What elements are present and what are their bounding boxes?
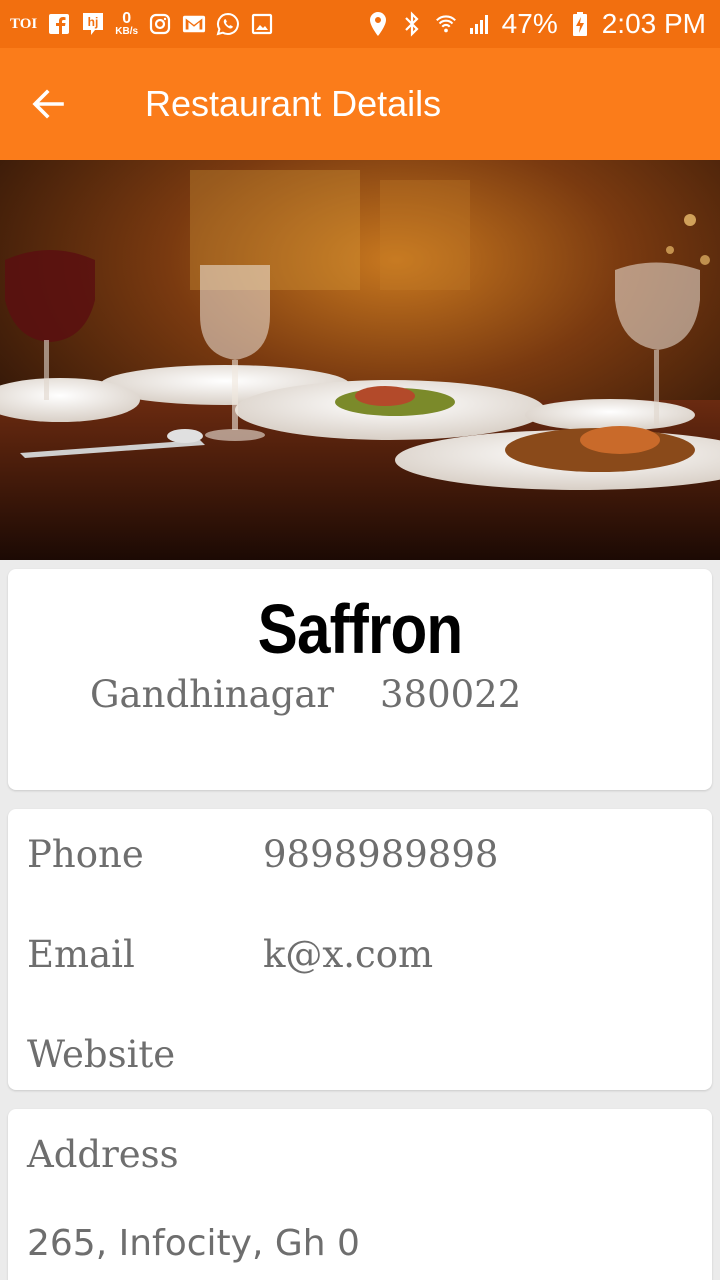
restaurant-city: Gandhinagar <box>90 673 335 716</box>
page-title: Restaurant Details <box>145 83 442 124</box>
gallery-icon <box>250 12 274 36</box>
notification-icons: TOI hj 0 KB/s <box>10 11 274 37</box>
bluetooth-icon <box>400 11 424 37</box>
net-speed-value: 0 <box>122 10 132 27</box>
whatsapp-icon <box>216 12 240 36</box>
status-bar: TOI hj 0 KB/s 47% 2:03 PM <box>0 0 720 48</box>
address-label: Address <box>27 1133 179 1176</box>
location-icon <box>366 12 390 36</box>
restaurant-name-card: Saffron Gandhinagar 380022 <box>8 569 712 790</box>
wifi-icon <box>434 12 458 36</box>
restaurant-photo <box>0 160 720 560</box>
hj-app-icon: hj <box>81 12 105 36</box>
system-icons: 47% 2:03 PM <box>366 8 706 40</box>
clock: 2:03 PM <box>601 8 706 39</box>
email-value[interactable]: k@x.com <box>263 933 433 976</box>
app-bar: Restaurant Details <box>0 48 720 160</box>
address-card: Address 265, Infocity, Gh 0 <box>8 1109 712 1280</box>
net-speed-unit: KB/s <box>115 26 139 37</box>
toi-icon: TOI <box>10 15 38 32</box>
email-label: Email <box>27 933 135 976</box>
instagram-icon <box>148 12 172 36</box>
website-label: Website <box>27 1033 176 1076</box>
signal-icon <box>468 12 492 36</box>
address-value: 265, Infocity, Gh 0 <box>27 1223 360 1264</box>
network-speed: 0 KB/s <box>115 11 138 37</box>
back-arrow-icon <box>32 89 64 119</box>
contact-card: Phone 9898989898 Email k@x.com Website <box>8 809 712 1090</box>
facebook-icon <box>47 12 71 36</box>
battery-percent: 47% <box>501 8 558 39</box>
restaurant-pincode: 380022 <box>380 673 522 716</box>
phone-value[interactable]: 9898989898 <box>263 833 498 876</box>
back-button[interactable] <box>0 48 96 160</box>
gmail-icon <box>182 12 206 36</box>
restaurant-name: Saffron <box>257 590 464 668</box>
battery-charging-icon <box>568 12 592 36</box>
phone-label: Phone <box>27 833 144 876</box>
hj-label: hj <box>88 15 99 29</box>
